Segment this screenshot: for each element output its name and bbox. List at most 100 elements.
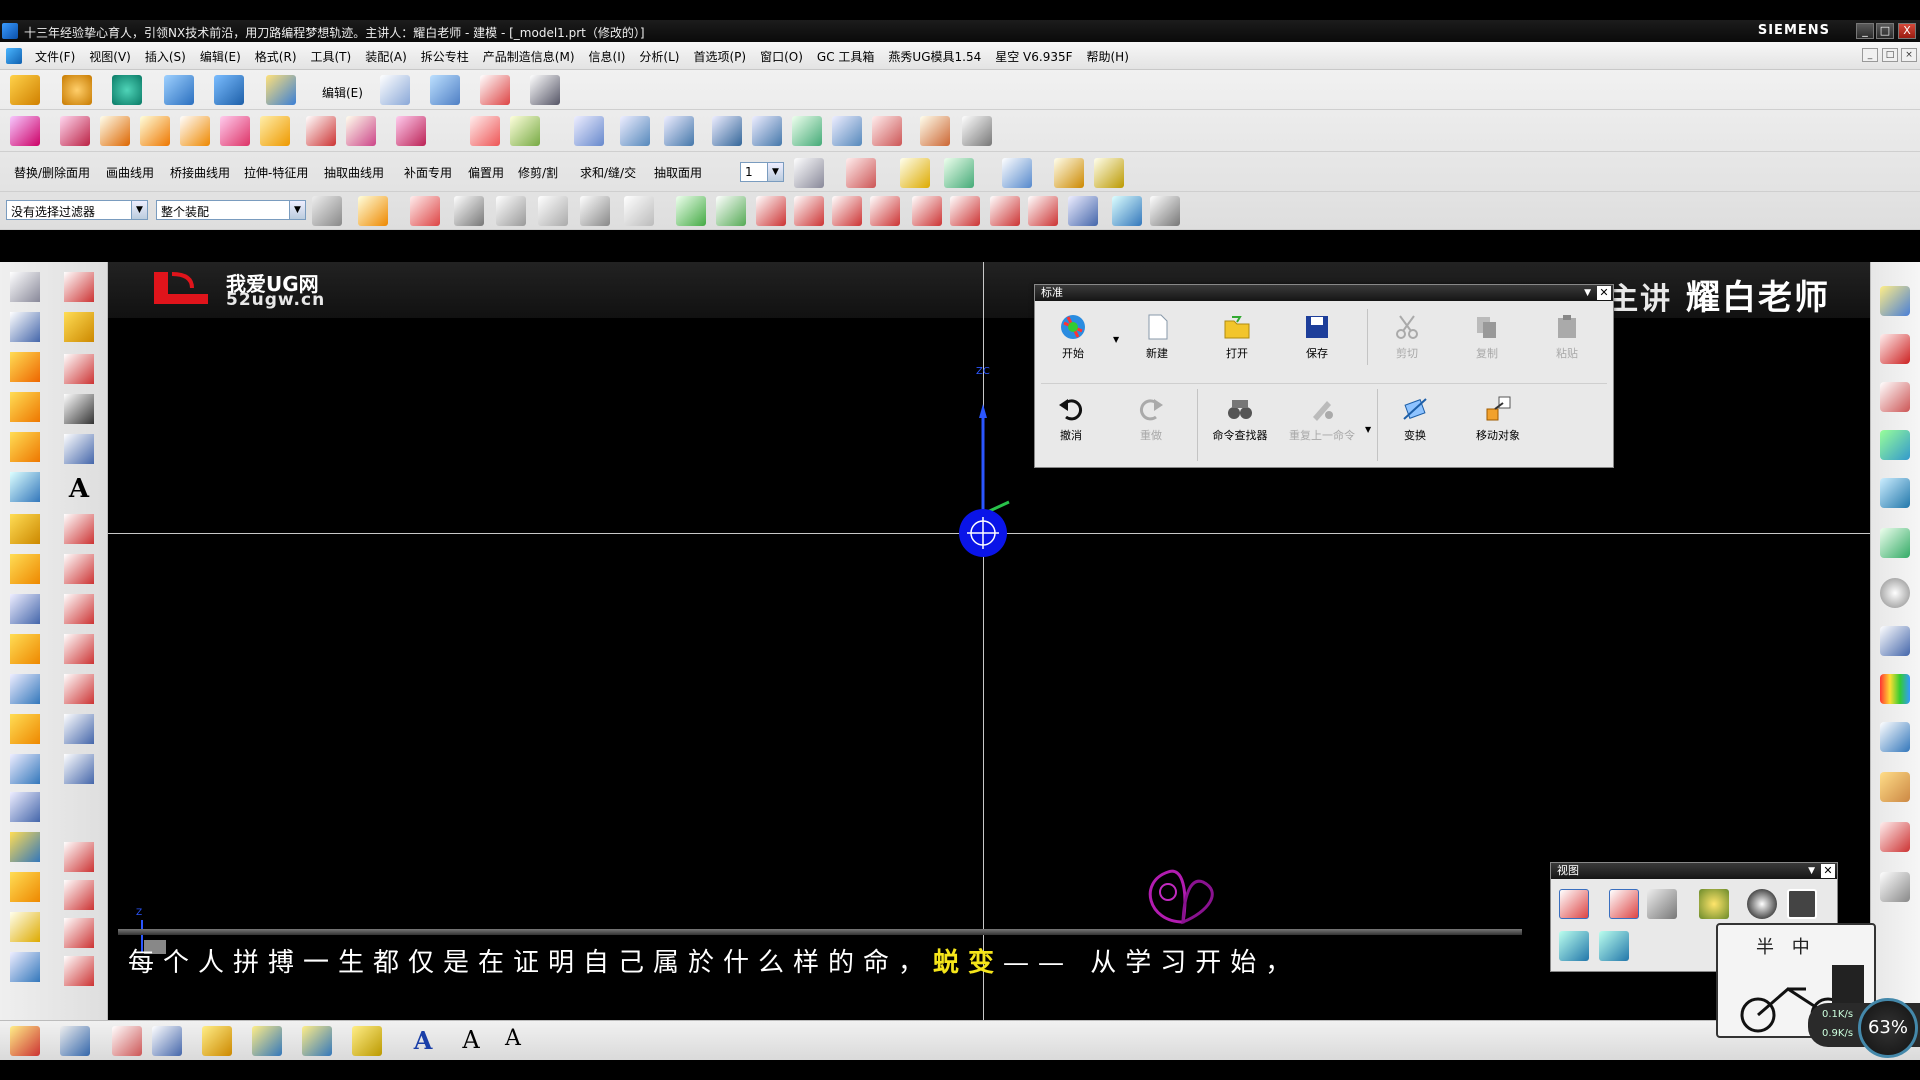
standard-toolbar-dialog[interactable]: 标准 ▼ ✕ 开始 ▼ 新建 打开 保存 剪切 复制 粘贴 撤消 重做 命令查找… [1034, 284, 1614, 468]
trim-icon[interactable] [64, 272, 94, 302]
surface-op-5-icon[interactable] [752, 116, 782, 146]
dialog-options-icon[interactable]: ▼ [1584, 285, 1591, 301]
revolve-icon[interactable] [214, 75, 244, 105]
existing-point-icon[interactable] [990, 196, 1020, 226]
dialog-options-icon[interactable]: ▼ [1808, 863, 1815, 879]
tb-extract-face[interactable]: 抽取面用 [654, 164, 702, 181]
selection-scope-select[interactable]: 整个装配 ▼ [156, 200, 306, 220]
surface-op-3-icon[interactable] [664, 116, 694, 146]
menu-window[interactable]: 窗口(O) [753, 48, 810, 65]
surface-op-4-icon[interactable] [712, 116, 742, 146]
fit-view-icon[interactable] [1559, 889, 1589, 919]
line-icon[interactable] [756, 196, 786, 226]
feature-op-6-icon[interactable] [220, 116, 250, 146]
chevron-down-icon[interactable]: ▼ [289, 201, 305, 219]
feature-op-8-icon[interactable] [306, 116, 336, 146]
feature-op-4-icon[interactable] [140, 116, 170, 146]
chevron-down-icon[interactable]: ▼ [767, 163, 783, 181]
surface-op-1-icon[interactable] [574, 116, 604, 146]
feature-op-3-icon[interactable] [100, 116, 130, 146]
menu-tools[interactable]: 工具(T) [304, 48, 359, 65]
open-button[interactable]: 打开 [1205, 307, 1269, 365]
surface-op-6-icon[interactable] [792, 116, 822, 146]
cut-button[interactable]: 剪切 [1375, 307, 1439, 365]
doc-minimize-button[interactable]: _ [1862, 48, 1878, 62]
spline-icon[interactable] [64, 594, 94, 624]
curve-tool-3-icon[interactable] [64, 918, 94, 948]
section-view-icon[interactable] [1599, 931, 1629, 961]
block-feature-icon[interactable] [10, 392, 40, 422]
play-icon[interactable] [944, 158, 974, 188]
sew-icon[interactable] [10, 912, 40, 942]
mirror-body-icon[interactable] [10, 832, 40, 862]
feature-op-2-icon[interactable] [60, 116, 90, 146]
text-style-icon[interactable]: A [408, 1026, 438, 1056]
repeat-command-button[interactable]: 重复上一命令 [1281, 389, 1363, 447]
balloon-icon[interactable] [202, 1026, 232, 1056]
paste-button[interactable]: 粘贴 [1535, 307, 1599, 365]
polygon-2-icon[interactable] [64, 554, 94, 584]
measure-icon[interactable] [1002, 158, 1032, 188]
intersection-icon[interactable] [870, 196, 900, 226]
system-materials-icon[interactable] [1880, 626, 1910, 656]
line-tool-icon[interactable] [64, 354, 94, 384]
selection-filter-select[interactable]: 没有选择过滤器 ▼ [6, 200, 148, 220]
polygon-icon[interactable] [64, 514, 94, 544]
close-icon[interactable]: ✕ [1597, 286, 1611, 300]
tb-patch-face[interactable]: 补面专用 [404, 164, 452, 181]
tb-extrude-feature[interactable]: 拉伸-特征用 [244, 164, 308, 181]
swept-icon[interactable] [430, 75, 460, 105]
dimension-icon[interactable] [60, 1026, 90, 1056]
wave-icon[interactable] [900, 158, 930, 188]
select-edge-icon[interactable] [538, 196, 568, 226]
drafting-icon[interactable] [10, 1026, 40, 1056]
reuse-library-icon[interactable] [1880, 430, 1910, 460]
surface-op-2-icon[interactable] [620, 116, 650, 146]
offset-curve-icon[interactable] [64, 634, 94, 664]
doc-close-button[interactable]: × [1901, 48, 1917, 62]
pad-icon[interactable] [10, 554, 40, 584]
surface-op-9-icon[interactable] [920, 116, 950, 146]
surface-icon[interactable] [380, 75, 410, 105]
face-op-1-icon[interactable] [470, 116, 500, 146]
rectangle-icon[interactable] [64, 394, 94, 424]
perspective-icon[interactable] [1559, 931, 1589, 961]
curve-tool-1-icon[interactable] [64, 842, 94, 872]
render-style-icon[interactable] [1747, 889, 1777, 919]
curve-tool-2-icon[interactable] [64, 880, 94, 910]
tb-draw-curve[interactable]: 画曲线用 [106, 164, 154, 181]
protractor-icon[interactable] [1094, 158, 1124, 188]
note-icon[interactable] [152, 1026, 182, 1056]
ruler-icon[interactable] [1054, 158, 1084, 188]
annotation-icon[interactable] [112, 1026, 142, 1056]
start-button[interactable]: 开始 [1041, 307, 1105, 365]
tb-bridge-curve[interactable]: 桥接曲线用 [170, 164, 230, 181]
extrude-feature-icon[interactable] [10, 352, 40, 382]
nx-app-icon[interactable] [2, 23, 18, 39]
pattern-icon[interactable] [10, 872, 40, 902]
assembly-navigator-icon[interactable] [1880, 286, 1910, 316]
rib-icon[interactable] [10, 714, 40, 744]
cube-icon[interactable] [10, 472, 40, 502]
save-button[interactable]: 保存 [1285, 307, 1349, 365]
history-icon[interactable] [1880, 578, 1910, 608]
command-finder-button[interactable]: 命令查找器 [1203, 389, 1277, 447]
transform-button[interactable]: 变换 [1383, 389, 1447, 447]
surface-op-8-icon[interactable] [872, 116, 902, 146]
menu-help[interactable]: 帮助(H) [1080, 48, 1136, 65]
hd3d-icon[interactable] [1880, 478, 1910, 508]
surface-op-7-icon[interactable] [832, 116, 862, 146]
view-dialog-titlebar[interactable]: 视图 ▼ ✕ [1551, 863, 1837, 879]
tb-extract-curve[interactable]: 抽取曲线用 [324, 164, 384, 181]
menu-app-icon[interactable] [6, 48, 22, 64]
table-icon[interactable] [252, 1026, 282, 1056]
feature-op-5-icon[interactable] [180, 116, 210, 146]
maximize-button[interactable]: □ [1876, 23, 1894, 39]
cylinder-icon[interactable] [10, 432, 40, 462]
quadrant-icon[interactable] [950, 196, 980, 226]
box-icon[interactable] [266, 75, 296, 105]
menu-analysis[interactable]: 分析(L) [632, 48, 686, 65]
datum-icon[interactable] [112, 75, 142, 105]
menu-assembly[interactable]: 装配(A) [358, 48, 414, 65]
tb-replace-delete-face[interactable]: 替换/删除面用 [14, 164, 90, 181]
